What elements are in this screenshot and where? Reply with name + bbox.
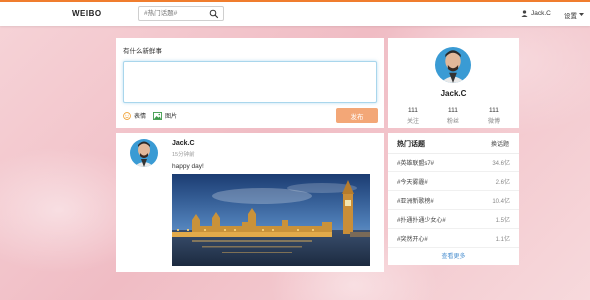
post-author-avatar[interactable] xyxy=(130,139,158,167)
post-text: happy day! xyxy=(172,163,204,170)
image-label: 图片 xyxy=(165,114,178,120)
topic-count: 34.6亿 xyxy=(492,161,510,167)
topic-count: 2.6亿 xyxy=(495,180,510,186)
profile-avatar[interactable] xyxy=(435,47,471,83)
publish-button[interactable]: 发布 xyxy=(336,108,378,123)
topic-name: #今天雾霾# xyxy=(397,180,428,186)
compose-textarea[interactable] xyxy=(123,61,377,103)
emoji-label: 表情 xyxy=(134,114,147,120)
topic-item[interactable]: #扑通扑通少女心# 1.5亿 xyxy=(388,210,519,229)
topic-name: #英雄联盟s7# xyxy=(397,161,435,167)
stat-value: 111 xyxy=(489,107,499,114)
topics-title: 热门话题 xyxy=(397,141,425,148)
profile-card: Jack.C 111 关注 111 粉丝 111 微博 xyxy=(388,38,519,128)
post-timestamp: 15分钟前 xyxy=(172,152,195,158)
stat-label: 关注 xyxy=(406,119,419,125)
view-more-link[interactable]: 查看更多 xyxy=(388,251,519,260)
topic-item[interactable]: #亚洲新歌榜# 10.4亿 xyxy=(388,191,519,210)
stat-posts[interactable]: 111 微博 xyxy=(479,107,509,125)
smiley-icon xyxy=(123,111,131,120)
caret-down-icon xyxy=(579,13,584,16)
stat-value: 111 xyxy=(448,107,458,114)
topic-count: 10.4亿 xyxy=(492,199,510,205)
post-author-name[interactable]: Jack.C xyxy=(172,140,195,147)
emoji-button[interactable]: 表情 xyxy=(123,111,146,120)
trending-topics-panel: 热门话题 换话题 #英雄联盟s7# 34.6亿 #今天雾霾# 2.6亿 #亚洲新… xyxy=(388,133,519,265)
compose-title: 有什么新鲜事 xyxy=(123,48,162,55)
stat-label: 微博 xyxy=(487,119,500,125)
image-icon xyxy=(153,111,162,120)
top-navigation-bar: WEIBO Jack.C 设置 xyxy=(0,0,590,26)
image-button[interactable]: 图片 xyxy=(153,111,177,120)
search-icon[interactable] xyxy=(209,9,219,19)
search-box xyxy=(138,6,224,21)
profile-name[interactable]: Jack.C xyxy=(388,89,519,98)
topic-item[interactable]: #突然开心# 1.1亿 xyxy=(388,229,519,248)
topic-name: #突然开心# xyxy=(397,237,428,243)
topic-count: 1.1亿 xyxy=(495,237,510,243)
user-name-label: Jack.C xyxy=(531,10,551,17)
stat-followers[interactable]: 111 粉丝 xyxy=(438,107,468,125)
compose-panel: 有什么新鲜事 表情 图片 发布 xyxy=(116,38,384,128)
topics-header: 热门话题 换话题 xyxy=(388,133,519,154)
post-image[interactable] xyxy=(172,174,370,266)
feed-post: Jack.C 15分钟前 happy day! xyxy=(116,133,384,272)
stat-label: 粉丝 xyxy=(446,119,459,125)
user-icon xyxy=(521,10,528,17)
topic-name: #扑通扑通少女心# xyxy=(397,218,446,224)
topic-item[interactable]: #英雄联盟s7# 34.6亿 xyxy=(388,153,519,172)
stat-value: 111 xyxy=(408,107,418,114)
topic-count: 1.5亿 xyxy=(495,218,510,224)
refresh-topics-link[interactable]: 换话题 xyxy=(491,139,509,148)
search-input[interactable] xyxy=(139,7,212,20)
site-logo[interactable]: WEIBO xyxy=(72,9,102,18)
settings-label: 设置 xyxy=(564,13,577,20)
stat-following[interactable]: 111 关注 xyxy=(398,107,428,125)
topic-name: #亚洲新歌榜# xyxy=(397,199,434,205)
topic-item[interactable]: #今天雾霾# 2.6亿 xyxy=(388,172,519,191)
user-menu[interactable]: Jack.C xyxy=(521,10,551,17)
settings-dropdown[interactable]: 设置 xyxy=(564,10,584,20)
